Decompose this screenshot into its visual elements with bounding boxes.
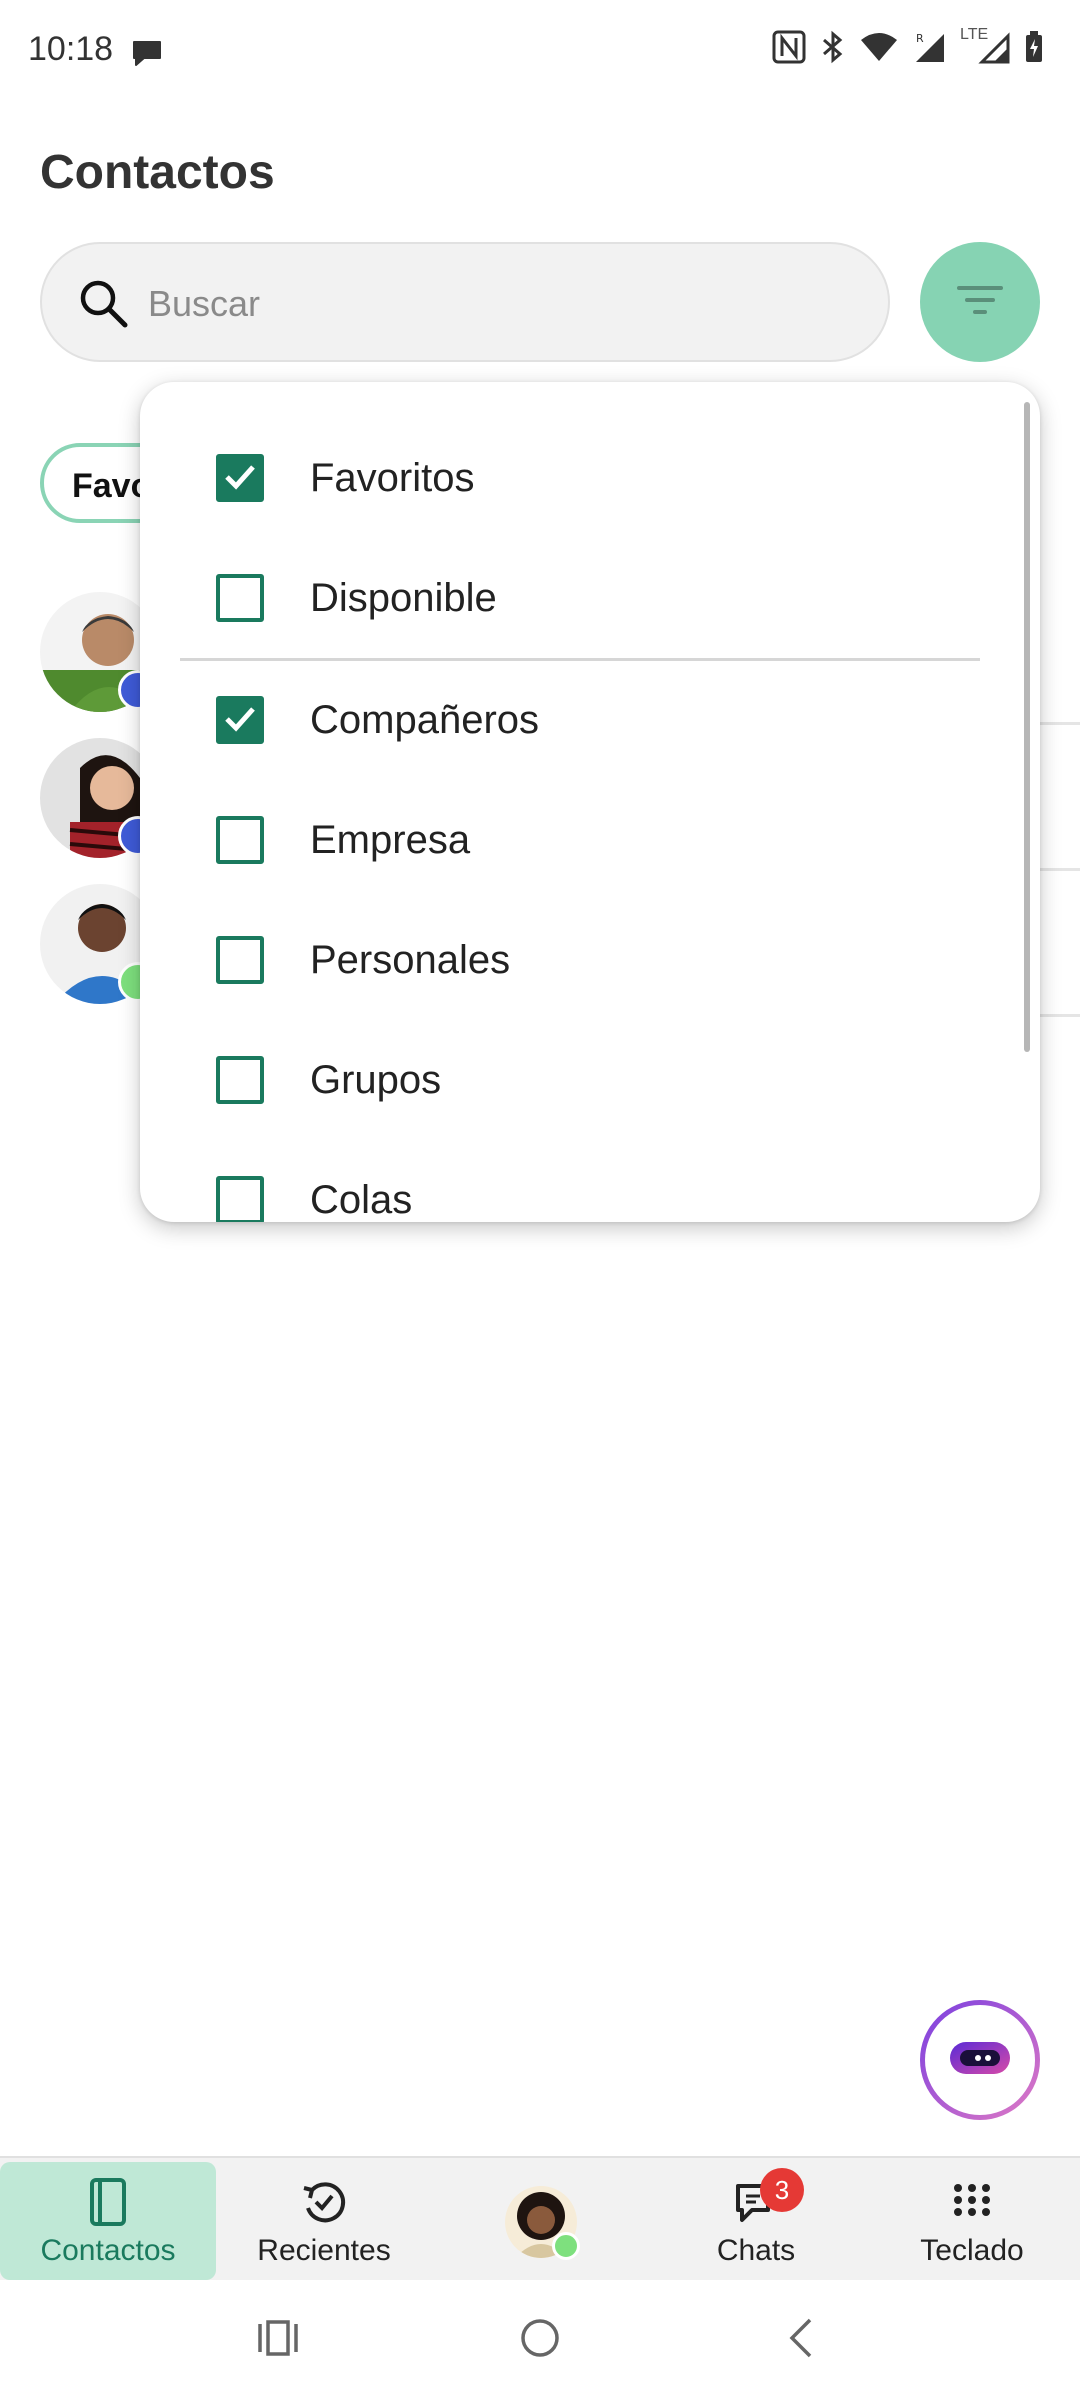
menu-item-companeros[interactable]: Compañeros <box>140 666 1000 776</box>
checkbox-unchecked[interactable] <box>216 816 264 864</box>
contacts-icon <box>88 2176 128 2228</box>
menu-item-disponible[interactable]: Disponible <box>140 544 1000 654</box>
menu-item-label: Favoritos <box>310 456 475 500</box>
nfc-icon <box>772 30 806 64</box>
nav-chats[interactable]: 3 Chats <box>648 2162 864 2280</box>
checkbox-checked[interactable] <box>216 696 264 744</box>
recents-icon <box>300 2176 348 2228</box>
home-icon[interactable] <box>518 2316 562 2365</box>
menu-item-label: Empresa <box>310 818 471 862</box>
assistant-button[interactable] <box>920 2000 1040 2120</box>
page-title: Contactos <box>40 146 275 199</box>
checkbox-unchecked[interactable] <box>216 936 264 984</box>
status-bar: 10:18 R LTE <box>0 0 1080 100</box>
assistant-icon <box>948 2038 1012 2083</box>
status-time: 10:18 <box>28 30 114 68</box>
filter-dropdown-menu[interactable]: Favoritos Disponible Compañeros Empresa … <box>140 382 1040 1222</box>
chat-icon: 3 <box>734 2168 804 2228</box>
checkbox-unchecked[interactable] <box>216 1176 264 1222</box>
menu-item-label: Grupos <box>310 1058 442 1102</box>
menu-item-label: Colas <box>310 1178 413 1222</box>
checkbox-checked[interactable] <box>216 454 264 502</box>
menu-item-label: Compañeros <box>310 698 540 742</box>
scrollbar[interactable] <box>1024 402 1030 1052</box>
nav-label: Recientes <box>257 2234 391 2267</box>
bottom-navigation: Contactos Recientes 3 Chats Teclado <box>0 2156 1080 2280</box>
nav-label: Chats <box>716 2234 796 2267</box>
menu-divider <box>180 658 980 661</box>
status-icons: R LTE <box>772 26 1044 64</box>
menu-item-label: Personales <box>310 938 511 982</box>
nav-recientes[interactable]: Recientes <box>216 2162 432 2280</box>
bluetooth-icon <box>820 30 846 64</box>
search-bar[interactable] <box>40 242 890 362</box>
recent-apps-icon[interactable] <box>256 2316 300 2365</box>
checkbox-unchecked[interactable] <box>216 1056 264 1104</box>
nav-label: Teclado <box>920 2234 1024 2267</box>
signal-lte-icon: LTE <box>960 26 1010 64</box>
presence-dot <box>552 2232 580 2260</box>
dialpad-icon <box>952 2176 992 2228</box>
checkbox-unchecked[interactable] <box>216 574 264 622</box>
wifi-icon <box>860 32 898 62</box>
svg-text:R: R <box>916 32 924 45</box>
filter-button[interactable] <box>920 242 1040 362</box>
chat-bubble-icon <box>130 38 164 73</box>
menu-item-colas[interactable]: Colas <box>140 1146 1000 1222</box>
filter-icon <box>957 283 1003 322</box>
nav-contactos[interactable]: Contactos <box>0 2162 216 2280</box>
menu-item-label: Disponible <box>310 576 497 620</box>
nav-label: Contactos <box>40 2234 176 2267</box>
search-input[interactable] <box>148 274 848 334</box>
menu-item-favoritos[interactable]: Favoritos <box>140 424 1000 534</box>
battery-charging-icon <box>1024 30 1044 64</box>
menu-item-empresa[interactable]: Empresa <box>140 786 1000 896</box>
back-icon[interactable] <box>780 2316 824 2365</box>
nav-teclado[interactable]: Teclado <box>864 2162 1080 2280</box>
search-icon <box>76 276 130 335</box>
signal-r-icon: R <box>912 30 946 64</box>
unread-badge: 3 <box>760 2168 804 2212</box>
menu-item-grupos[interactable]: Grupos <box>140 1026 1000 1136</box>
menu-item-personales[interactable]: Personales <box>140 906 1000 1016</box>
system-navigation-bar <box>0 2280 1080 2400</box>
